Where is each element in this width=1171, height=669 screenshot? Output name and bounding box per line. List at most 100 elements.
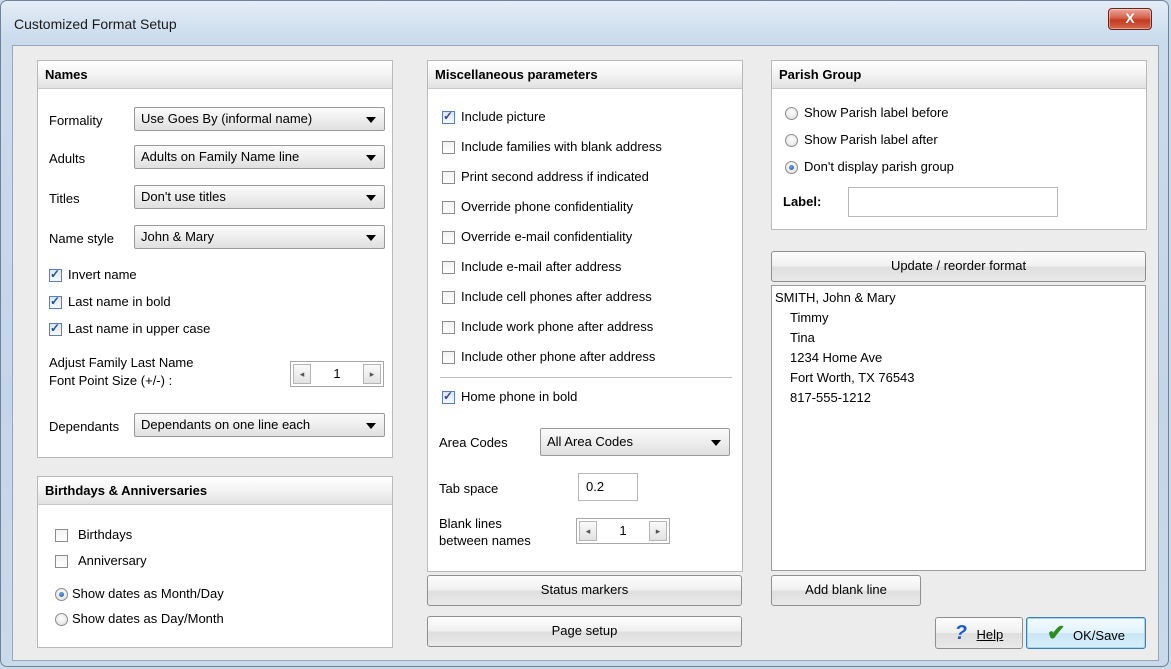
last-upper-checkbox[interactable] [49,321,62,336]
month-day-radio[interactable] [55,588,68,601]
preview-line[interactable]: Tina [775,328,1142,348]
format-preview-list[interactable]: SMITH, John & Mary Timmy Tina 1234 Home … [771,285,1146,571]
chevron-down-icon [366,235,376,241]
misc-option-label: Include families with blank address [461,139,662,154]
close-button[interactable]: X [1108,8,1152,30]
dependants-value: Dependants on one line each [141,417,311,432]
adjust-size-label-1: Adjust Family Last Name [49,355,194,370]
help-label: Help [976,627,1004,642]
font-size-spinner[interactable]: ◂ 1 ▸ [290,361,384,387]
email-after-checkbox[interactable] [442,261,455,274]
titles-select[interactable]: Don't use titles [134,185,385,209]
tab-space-value: 0.2 [586,479,605,494]
misc-separator [440,377,732,378]
update-format-button[interactable]: Update / reorder format [771,251,1146,282]
area-codes-value: All Area Codes [547,434,633,449]
parish-none-radio[interactable] [785,161,798,174]
parish-after-radio[interactable] [785,134,798,147]
namestyle-label: Name style [49,231,115,246]
dialog-window: Customized Format Setup X Names Formalit… [0,0,1169,667]
parish-panel: Parish Group Show Parish label before Sh… [771,60,1147,230]
chevron-down-icon [366,155,376,161]
titles-value: Don't use titles [141,189,226,204]
chevron-down-icon [711,440,721,446]
formality-label: Formality [49,113,103,128]
misc-option-label: Include cell phones after address [461,289,652,304]
status-markers-button[interactable]: Status markers [427,575,742,606]
misc-option-label: Include picture [461,109,546,124]
adults-select[interactable]: Adults on Family Name line [134,145,385,169]
blank-lines-label-1: Blank lines [439,516,502,531]
preview-line[interactable]: 817-555-1212 [775,388,1142,408]
misc-header: Miscellaneous parameters [428,61,742,89]
birthdays-panel: Birthdays & Anniversaries Birthdays Anni… [37,476,393,648]
area-codes-select[interactable]: All Area Codes [540,428,730,456]
misc-option-label: Include e-mail after address [461,259,622,274]
dependants-label: Dependants [49,419,120,434]
day-month-label: Show dates as Day/Month [72,611,224,626]
adjust-size-label-2: Font Point Size (+/-) : [49,373,173,388]
misc-option-label: Override e-mail confidentiality [461,229,633,244]
namestyle-select[interactable]: John & Mary [134,225,385,249]
add-blank-line-button[interactable]: Add blank line [771,575,921,606]
preview-line[interactable]: Fort Worth, TX 76543 [775,368,1142,388]
namestyle-value: John & Mary [141,229,214,244]
names-header: Names [38,61,392,89]
tab-space-label: Tab space [439,481,499,496]
work-after-checkbox[interactable] [442,321,455,334]
misc-panel: Miscellaneous parameters Include picture… [427,60,743,572]
spin-left-icon[interactable]: ◂ [293,364,311,384]
title-bar[interactable]: Customized Format Setup X [1,1,1168,41]
preview-line[interactable]: 1234 Home Ave [775,348,1142,368]
blank-address-checkbox[interactable] [442,141,455,154]
chevron-down-icon [366,117,376,123]
titles-label: Titles [49,191,80,206]
spin-left-icon[interactable]: ◂ [579,521,597,541]
spin-right-icon[interactable]: ▸ [363,364,381,384]
help-button[interactable]: ? Help [935,617,1023,649]
chevron-down-icon [366,195,376,201]
preview-line[interactable]: SMITH, John & Mary [775,288,1142,308]
window-title: Customized Format Setup [14,16,177,32]
preview-line[interactable]: Timmy [775,308,1142,328]
blank-lines-spinner[interactable]: ◂ 1 ▸ [576,518,670,544]
dependants-select[interactable]: Dependants on one line each [134,413,385,437]
anniversary-checkbox[interactable] [55,555,68,568]
misc-option-label: Include work phone after address [461,319,654,334]
ok-save-button[interactable]: ✔ OK/Save [1026,617,1146,649]
chevron-down-icon [366,423,376,429]
ok-save-label: OK/Save [1073,628,1126,643]
last-bold-checkbox[interactable] [49,294,62,309]
cell-after-checkbox[interactable] [442,291,455,304]
email-conf-checkbox[interactable] [442,231,455,244]
spin-right-icon[interactable]: ▸ [649,521,667,541]
area-codes-label: Area Codes [439,435,508,450]
misc-option-label: Include other phone after address [461,349,656,364]
second-address-checkbox[interactable] [442,171,455,184]
blank-lines-value: 1 [619,523,627,538]
formality-select[interactable]: Use Goes By (informal name) [134,107,385,131]
other-after-checkbox[interactable] [442,351,455,364]
day-month-radio[interactable] [55,613,68,626]
tab-space-input[interactable]: 0.2 [578,473,638,501]
parish-label-input[interactable] [848,187,1058,217]
parish-before-radio[interactable] [785,107,798,120]
last-bold-label: Last name in bold [68,294,171,309]
names-panel: Names Formality Use Goes By (informal na… [37,60,393,458]
adults-label: Adults [49,151,86,166]
parish-after-label: Show Parish label after [804,132,938,147]
include-picture-checkbox[interactable] [442,109,455,124]
checkmark-icon: ✔ [1046,620,1066,645]
parish-header: Parish Group [772,61,1146,89]
home-bold-checkbox[interactable] [442,389,455,404]
misc-option-label: Print second address if indicated [461,169,649,184]
page-setup-button[interactable]: Page setup [427,616,742,647]
invert-name-checkbox[interactable] [49,267,62,282]
anniversary-label: Anniversary [78,553,147,568]
help-icon: ? [954,622,967,644]
close-icon: X [1125,10,1135,26]
last-upper-label: Last name in upper case [68,321,211,336]
birthdays-checkbox[interactable] [55,529,68,542]
phone-conf-checkbox[interactable] [442,201,455,214]
font-size-value: 1 [333,366,341,381]
